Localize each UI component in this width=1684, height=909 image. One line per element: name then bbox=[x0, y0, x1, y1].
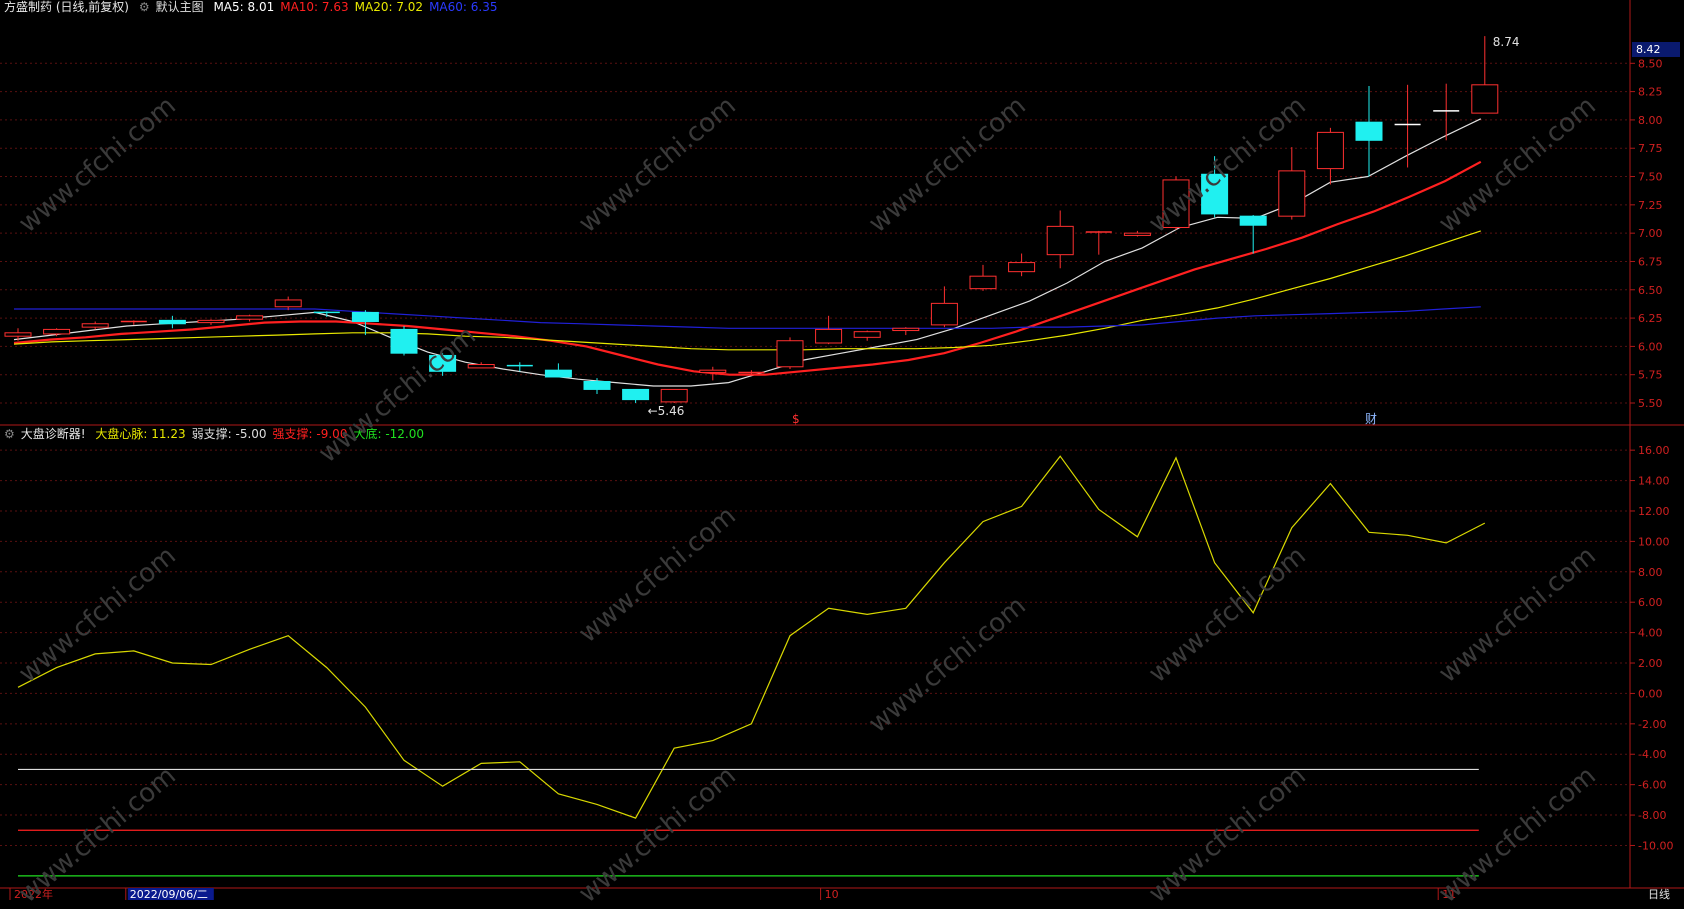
sub-tick-label: 10.00 bbox=[1638, 535, 1670, 548]
main-indicator-label[interactable]: 默认主图 bbox=[156, 0, 204, 14]
candle-body bbox=[1201, 173, 1229, 215]
event-marker: $ bbox=[792, 412, 800, 426]
sub-tick-label: 2.00 bbox=[1638, 657, 1663, 670]
ma-legend-item-1: MA10: 7.63 bbox=[280, 0, 349, 14]
indicator-legend-item-3: 大底: -12.00 bbox=[353, 427, 425, 441]
candle-body bbox=[1008, 262, 1036, 273]
main-header: 方盛制药 (日线,前复权) ⚙ 默认主图 MA5: 8.01 MA10: 7.63 M… bbox=[4, 0, 509, 14]
sub-tick-label: 8.00 bbox=[1638, 566, 1663, 579]
sub-tick-label: -10.00 bbox=[1638, 839, 1673, 852]
sub-tick-label: 0.00 bbox=[1638, 687, 1663, 700]
finance-marker: 财 bbox=[1365, 412, 1377, 426]
candle-body bbox=[81, 323, 109, 328]
sub-tick-label: 6.00 bbox=[1638, 596, 1663, 609]
indicator-legend: 大盘心脉: 11.23 弱支撑: -5.00 强支撑: -9.00 大底: -12.0… bbox=[95, 427, 430, 441]
main-tick-label: 5.50 bbox=[1638, 397, 1663, 410]
candle-body bbox=[622, 388, 650, 401]
indicator-legend-item-2: 强支撑: -9.00 bbox=[272, 427, 348, 441]
time-label: 10 bbox=[825, 888, 839, 900]
main-tick-label: 8.25 bbox=[1638, 86, 1663, 99]
sub-tick-label: -4.00 bbox=[1638, 748, 1666, 761]
candle-body bbox=[930, 302, 958, 326]
ma-line-ma20 bbox=[13, 230, 1481, 351]
sub-tick-label: 14.00 bbox=[1638, 475, 1670, 488]
main-tick-label: 8.00 bbox=[1638, 114, 1663, 127]
candle-body bbox=[467, 364, 495, 369]
main-tick-label: 6.25 bbox=[1638, 312, 1663, 325]
candle-body bbox=[1239, 215, 1267, 226]
stock-title: 方盛制药 (日线,前复权) bbox=[4, 0, 129, 14]
indicator-header: ⚙ 大盘诊断器! 大盘心脉: 11.23 弱支撑: -5.00 强支撑: -9.00 大… bbox=[4, 427, 436, 441]
candle-body bbox=[390, 328, 418, 354]
candle-body bbox=[969, 275, 997, 290]
time-label: 11 bbox=[1442, 888, 1456, 900]
indicator-panel bbox=[17, 455, 1486, 877]
candle-body bbox=[1355, 121, 1383, 141]
ma-legend-item-3: MA60: 6.35 bbox=[429, 0, 498, 14]
indicator-legend-item-1: 弱支撑: -5.00 bbox=[191, 427, 267, 441]
ma-legend-item-0: MA5: 8.01 bbox=[213, 0, 275, 14]
candle-body bbox=[4, 332, 32, 337]
candle-body bbox=[158, 319, 186, 325]
candle-body bbox=[583, 380, 611, 390]
main-tick-label: 6.00 bbox=[1638, 340, 1663, 353]
time-label: 2022/09/06/二 bbox=[130, 888, 208, 900]
settings-icon[interactable]: ⚙ bbox=[139, 0, 150, 14]
low-price-label: ←5.46 bbox=[648, 404, 685, 418]
candle-body bbox=[429, 354, 457, 372]
candle-body bbox=[197, 319, 225, 324]
candle-body bbox=[1471, 84, 1499, 114]
ma-legend-item-2: MA20: 7.02 bbox=[354, 0, 424, 14]
sub-tick-label: -8.00 bbox=[1638, 809, 1666, 822]
candle-body bbox=[892, 327, 920, 332]
main-tick-label: 7.75 bbox=[1638, 142, 1663, 155]
candle-body bbox=[1316, 131, 1344, 170]
settings-icon[interactable]: ⚙ bbox=[4, 427, 15, 441]
ma-line-ma10 bbox=[13, 160, 1482, 376]
candle-body bbox=[660, 388, 688, 403]
candle-body bbox=[1162, 179, 1190, 228]
main-tick-label: 7.00 bbox=[1638, 227, 1663, 240]
high-price-label: 8.74 bbox=[1493, 35, 1520, 49]
candle-body bbox=[544, 369, 572, 378]
period-label: 日线 bbox=[1648, 887, 1670, 900]
sub-tick-label: 16.00 bbox=[1638, 444, 1670, 457]
candle-body bbox=[1278, 170, 1306, 217]
main-tick-label: 7.50 bbox=[1638, 171, 1663, 184]
time-label: 2022年 bbox=[14, 887, 53, 900]
candle-body bbox=[699, 369, 727, 373]
candle-body bbox=[236, 315, 264, 320]
main-tick-label: 6.50 bbox=[1638, 284, 1663, 297]
candle-body bbox=[1046, 225, 1074, 256]
candle-body bbox=[776, 340, 804, 368]
indicator-title[interactable]: 大盘诊断器! bbox=[21, 427, 86, 441]
main-tick-label: 6.75 bbox=[1638, 255, 1663, 268]
sub-tick-label: -2.00 bbox=[1638, 718, 1666, 731]
main-candle-panel: 8.74 ←5.46 $ 财 bbox=[4, 35, 1520, 426]
candle-body bbox=[274, 299, 302, 308]
candle-body bbox=[351, 311, 379, 322]
sub-tick-label: -6.00 bbox=[1638, 779, 1666, 792]
candle-body bbox=[815, 328, 843, 344]
indicator-legend-item-0: 大盘心脉: 11.23 bbox=[95, 427, 186, 441]
main-tick-label: 7.25 bbox=[1638, 199, 1663, 212]
grid bbox=[0, 62, 1630, 846]
sub-tick-label: 12.00 bbox=[1638, 505, 1670, 518]
candle-body bbox=[853, 331, 881, 338]
sub-tick-label: 4.00 bbox=[1638, 627, 1663, 640]
candle-body bbox=[1123, 232, 1151, 236]
main-tick-label: 5.75 bbox=[1638, 369, 1663, 382]
current-price-tag: 8.42 bbox=[1632, 42, 1680, 57]
ma-legend: MA5: 8.01 MA10: 7.63 MA20: 7.02 MA60: 6.35 bbox=[213, 0, 503, 14]
stock-chart: 8.74 ←5.46 $ 财 5.50 5.75 6.00 6.25 6.50 6.75 7.00… bbox=[0, 0, 1684, 900]
main-tick-label: 8.50 bbox=[1638, 57, 1663, 70]
candle-body bbox=[43, 328, 71, 335]
